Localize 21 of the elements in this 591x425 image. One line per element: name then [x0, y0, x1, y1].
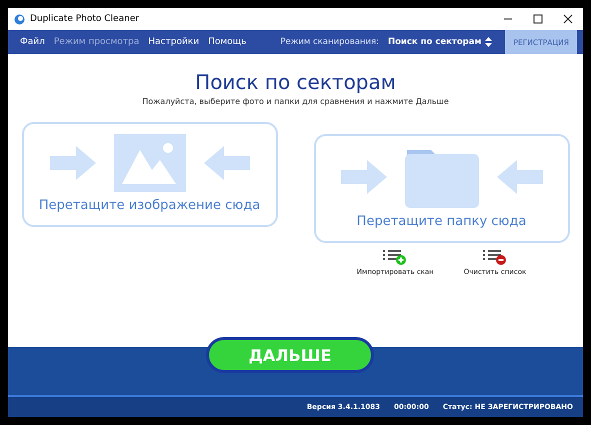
- drop-zone[interactable]: Перетащите изображение сюда: [22, 122, 278, 227]
- arrow-right-icon: [340, 160, 386, 194]
- scan-mode-dropdown[interactable]: Поиск по секторам: [388, 37, 492, 47]
- page-heading: Поиск по секторам: [195, 70, 396, 94]
- scan-mode-label: Режим сканирования:: [280, 37, 379, 47]
- drop-zone-label: Перетащите изображение сюда: [38, 198, 260, 213]
- menu-item[interactable]: Настройки: [148, 37, 200, 47]
- image-icon: [114, 134, 186, 192]
- drop-zone[interactable]: Перетащите папку сюда: [314, 134, 570, 243]
- sort-icon: [485, 37, 492, 47]
- arrow-left-icon: [496, 160, 542, 194]
- drop-zone-label: Перетащите папку сюда: [356, 214, 526, 229]
- list-icon: [383, 249, 408, 266]
- menu-item[interactable]: Помощь: [208, 37, 246, 47]
- menu-item[interactable]: Файл: [20, 37, 45, 47]
- instruction-text: Пожалуйста, выберите фото и папки для сравнения и нажмите Дальше: [142, 97, 449, 106]
- window-title: Duplicate Photo Cleaner: [30, 14, 140, 24]
- arrow-left-icon: [204, 146, 250, 180]
- arrow-right-icon: [50, 146, 96, 180]
- app-logo-icon: [14, 14, 25, 24]
- list-icon: [482, 249, 507, 266]
